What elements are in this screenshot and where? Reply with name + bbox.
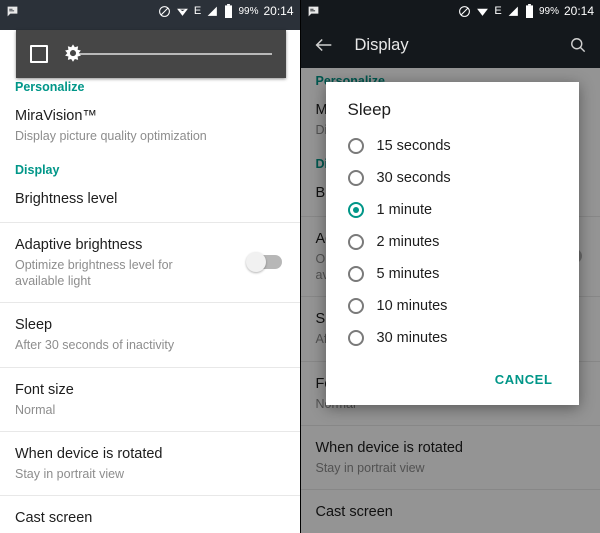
list-item-title: Font size <box>15 381 74 398</box>
radio-icon[interactable] <box>347 330 364 346</box>
radio-label: 2 minutes <box>376 234 440 250</box>
brightness-quick-panel[interactable] <box>16 30 286 78</box>
back-arrow-icon[interactable] <box>313 34 335 56</box>
radio-icon[interactable] <box>347 138 364 154</box>
list-item-subtitle: Optimize brightness level for available … <box>15 257 173 288</box>
adaptive-brightness-toggle[interactable] <box>245 252 282 273</box>
brightness-slider-track <box>73 53 272 55</box>
battery-percent-label: 99% <box>238 5 259 17</box>
page-title: Display <box>354 35 409 54</box>
radio-option-2-minutes[interactable]: 2 minutes <box>326 226 579 258</box>
status-bar-icons-right: E 99% 20:14 <box>458 4 594 19</box>
list-item-subtitle: After 30 seconds of inactivity <box>15 338 175 353</box>
do-not-disturb-icon <box>158 5 171 18</box>
radio-icon-selected[interactable] <box>347 202 364 218</box>
search-icon[interactable] <box>568 35 588 55</box>
message-icon <box>307 5 320 18</box>
app-toolbar: Display <box>300 22 600 68</box>
list-item-title: Cast screen <box>15 510 93 527</box>
right-panel: E 99% 20:14 Display Personalize When dev… <box>299 0 600 533</box>
radio-option-15-seconds[interactable]: 15 seconds <box>326 130 579 162</box>
settings-list-left: Personalize MiraVision™ Display picture … <box>0 22 300 533</box>
battery-icon <box>525 4 534 19</box>
status-bar-left: E 99% 20:14 <box>0 0 300 22</box>
signal-bars-icon <box>507 5 520 18</box>
brightness-slider[interactable] <box>62 43 272 65</box>
battery-icon <box>224 4 233 19</box>
clock-label: 20:14 <box>263 4 294 18</box>
radio-option-30-minutes[interactable]: 30 minutes <box>326 322 579 354</box>
signal-bars-icon <box>206 5 219 18</box>
auto-brightness-checkbox[interactable] <box>30 45 48 63</box>
radio-icon[interactable] <box>347 170 364 186</box>
radio-label: 30 seconds <box>376 170 451 186</box>
wifi-icon <box>176 5 189 18</box>
radio-icon[interactable] <box>347 298 364 314</box>
radio-option-1-minute[interactable]: 1 minute <box>326 194 579 226</box>
list-item-sleep[interactable]: Sleep After 30 seconds of inactivity <box>0 303 300 368</box>
message-icon <box>6 5 19 18</box>
network-type-label: E <box>494 5 502 17</box>
radio-option-5-minutes[interactable]: 5 minutes <box>326 258 579 290</box>
list-item-title: Brightness level <box>15 191 118 208</box>
status-bar-shadow-strip <box>0 22 300 30</box>
sleep-dialog: Sleep 15 seconds 30 seconds 1 minute 2 m… <box>325 82 579 405</box>
battery-percent-label: 99% <box>538 5 559 17</box>
toggle-knob <box>245 252 266 273</box>
list-item-cast-screen[interactable]: Cast screen <box>0 496 300 533</box>
list-item-subtitle: Normal <box>15 402 56 417</box>
left-panel: E 99% 20:14 Personalize MiraVision™ Disp… <box>0 0 300 533</box>
status-bar-right: E 99% 20:14 <box>300 0 600 22</box>
wifi-icon <box>476 5 489 18</box>
radio-icon[interactable] <box>347 266 364 282</box>
list-item-subtitle: Stay in portrait view <box>15 467 125 481</box>
brightness-sun-icon[interactable] <box>62 43 84 65</box>
list-item-title: Sleep <box>15 317 53 334</box>
network-type-label: E <box>193 5 202 17</box>
radio-label: 30 minutes <box>376 330 448 346</box>
dual-screenshot: E 99% 20:14 Personalize MiraVision™ Disp… <box>0 0 600 533</box>
list-item-adaptive-brightness[interactable]: Adaptive brightness Optimize brightness … <box>0 223 300 304</box>
list-item-title: Adaptive brightness <box>15 236 143 253</box>
cancel-button[interactable]: CANCEL <box>489 368 559 391</box>
radio-label: 1 minute <box>376 202 433 218</box>
section-header-display: Display <box>15 163 60 178</box>
radio-option-30-seconds[interactable]: 30 seconds <box>326 162 579 194</box>
radio-label: 10 minutes <box>376 298 448 314</box>
radio-label: 15 seconds <box>376 138 451 154</box>
dialog-actions: CANCEL <box>326 354 579 397</box>
radio-option-10-minutes[interactable]: 10 minutes <box>326 290 579 322</box>
list-item-subtitle: Display picture quality optimization <box>15 129 207 144</box>
list-item-title: MiraVision™ <box>15 108 97 124</box>
status-bar-icons-left: E 99% 20:14 <box>158 4 294 19</box>
list-item-brightness-level[interactable]: Brightness level <box>0 177 300 223</box>
status-bar-notifications <box>6 5 19 18</box>
do-not-disturb-icon <box>458 5 471 18</box>
status-bar-notifications <box>307 5 320 18</box>
list-item-font-size[interactable]: Font size Normal <box>0 368 300 432</box>
radio-label: 5 minutes <box>376 266 440 282</box>
dialog-title: Sleep <box>347 100 391 119</box>
clock-label: 20:14 <box>563 4 594 18</box>
list-item-when-device-rotated[interactable]: When device is rotated Stay in portrait … <box>0 432 300 497</box>
list-item-title: When device is rotated <box>15 445 163 462</box>
list-item-miravision[interactable]: MiraVision™ Display picture quality opti… <box>0 94 300 157</box>
radio-icon[interactable] <box>347 234 364 250</box>
